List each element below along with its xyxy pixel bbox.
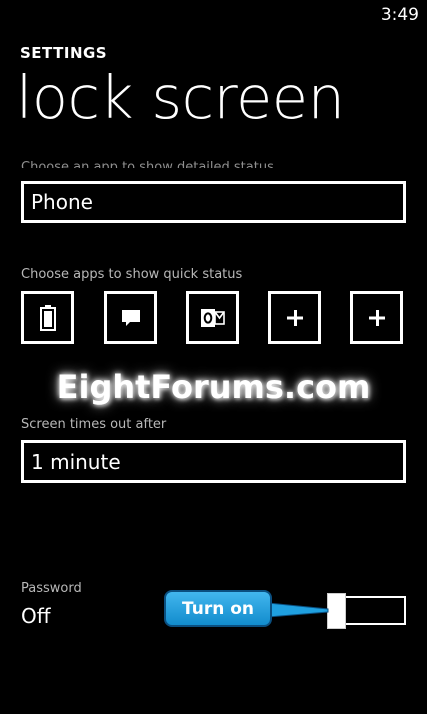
callout-pointer (268, 602, 329, 618)
plus-icon (286, 309, 303, 326)
timeout-caption: Screen times out after (21, 417, 167, 432)
detailed-status-picker[interactable]: Phone (21, 181, 406, 223)
detailed-status-value: Phone (31, 190, 93, 214)
quick-status-slot-messaging[interactable] (104, 291, 157, 344)
outlook-icon (200, 308, 225, 327)
quick-status-caption: Choose apps to show quick status (21, 267, 243, 282)
turn-on-callout: Turn on (164, 590, 272, 627)
plus-icon (368, 309, 385, 326)
password-value: Off (21, 604, 51, 628)
watermark: EightForums.com (56, 368, 371, 406)
quick-status-slot-battery[interactable] (21, 291, 74, 344)
quick-status-slot-outlook[interactable] (186, 291, 239, 344)
page-title: lock screen (16, 63, 345, 132)
messaging-icon (121, 309, 140, 326)
password-caption: Password (21, 581, 82, 596)
section-label: SETTINGS (20, 44, 108, 62)
detailed-status-caption: Choose an app to show detailed status (21, 160, 274, 168)
timeout-picker[interactable]: 1 minute (21, 440, 406, 483)
battery-icon (39, 304, 56, 331)
timeout-value: 1 minute (31, 449, 121, 474)
status-time: 3:49 (380, 5, 419, 25)
quick-status-slot-add-2[interactable] (350, 291, 403, 344)
quick-status-slot-add-1[interactable] (268, 291, 321, 344)
